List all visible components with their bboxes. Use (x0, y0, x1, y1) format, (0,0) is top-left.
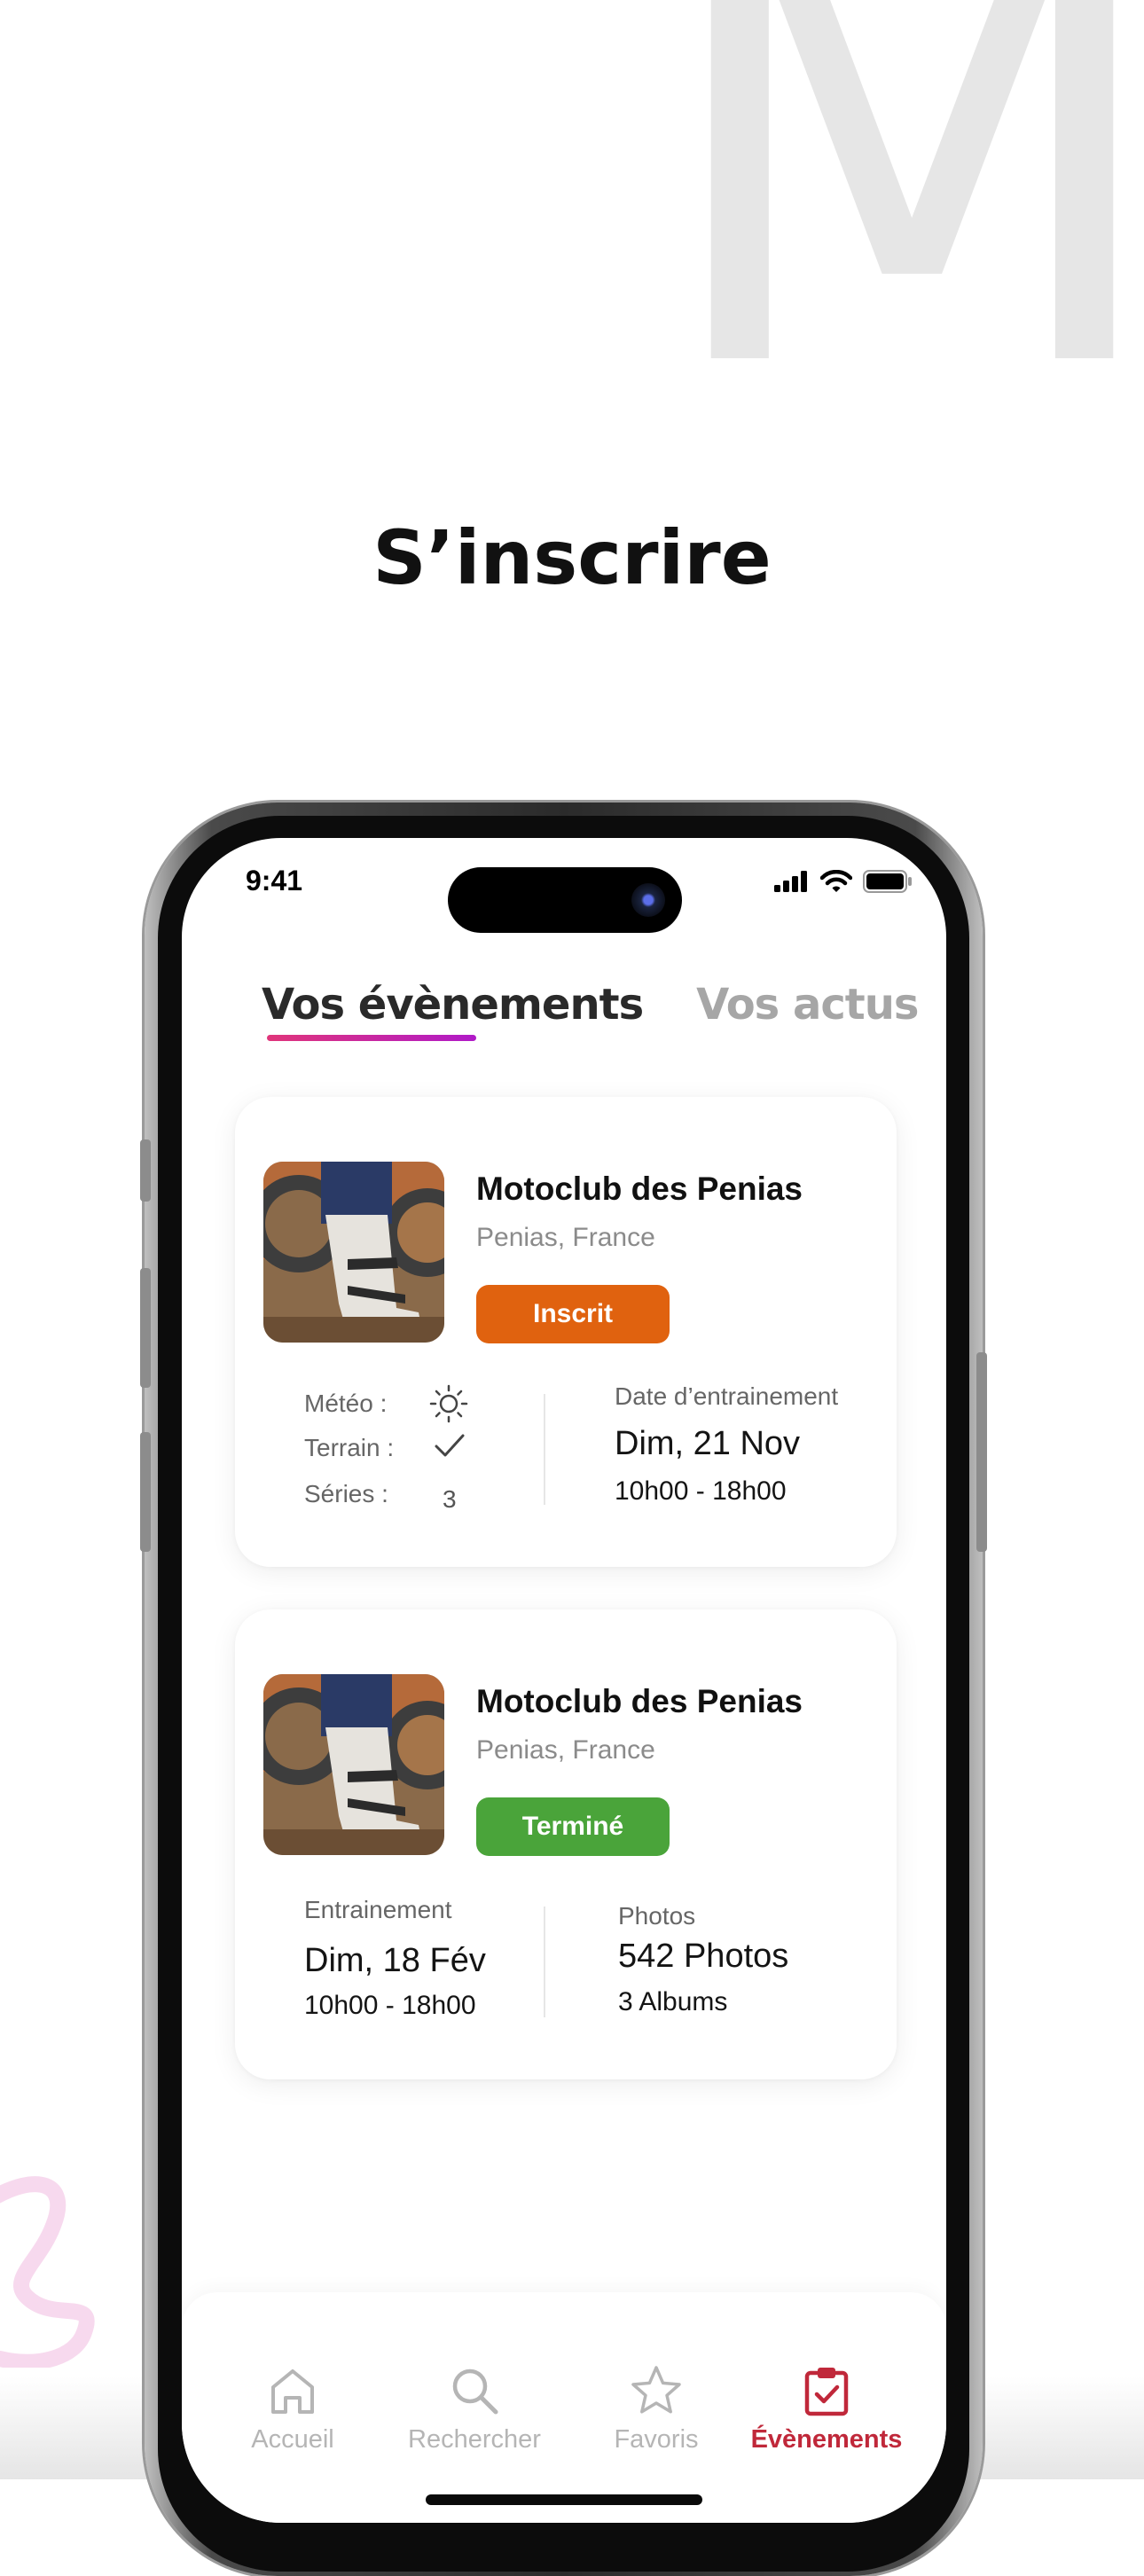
phone-volume-down-button (140, 1432, 151, 1552)
phone-screen: 9:41 Vos évènements Vos actus Motoclub d… (182, 838, 946, 2523)
event-title: Motoclub des Penias (476, 1683, 803, 1719)
event-title: Motoclub des Penias (476, 1171, 803, 1207)
battery-icon (863, 870, 912, 893)
card-divider (544, 1907, 545, 2017)
training-hours: 10h00 - 18h00 (615, 1476, 787, 1506)
card-divider (544, 1394, 545, 1505)
series-label: Séries : (304, 1480, 388, 1507)
active-tab-indicator (267, 1035, 476, 1041)
tab-vos-evenements[interactable]: Vos évènements (262, 980, 644, 1030)
dynamic-island (448, 867, 682, 933)
series-value: 3 (443, 1485, 457, 1513)
sun-icon (429, 1384, 468, 1423)
training-hours: 10h00 - 18h00 (304, 1991, 476, 2020)
nav-evenements[interactable]: Évènements (738, 2360, 915, 2455)
albums-count: 3 Albums (618, 1987, 728, 2016)
training-date: Dim, 18 Fév (304, 1942, 486, 1979)
status-time: 9:41 (246, 865, 303, 897)
event-location: Penias, France (476, 1223, 655, 1252)
tabs: Vos évènements Vos actus (262, 980, 919, 1030)
nav-rechercher[interactable]: Rechercher (386, 2360, 563, 2455)
background-watermark-letter: M (652, 0, 1144, 501)
training-label: Entrainement (304, 1896, 452, 1923)
home-icon (271, 2369, 314, 2414)
event-card[interactable]: Motoclub des Penias Penias, France Termi… (235, 1609, 897, 2079)
photos-count: 542 Photos (618, 1938, 789, 1975)
meteo-label: Météo : (304, 1390, 388, 1417)
wifi-icon (820, 870, 852, 892)
status-badge-termine[interactable]: Terminé (476, 1797, 670, 1856)
calendar-check-icon (804, 2368, 849, 2416)
home-indicator[interactable] (426, 2494, 702, 2505)
camera-icon (631, 883, 665, 917)
phone-power-button (976, 1352, 987, 1552)
event-location: Penias, France (476, 1735, 655, 1765)
page-heading: S’inscrire (372, 514, 772, 601)
event-thumbnail (263, 1674, 444, 1855)
date-label: Date d’entrainement (615, 1382, 839, 1410)
event-thumbnail (263, 1162, 444, 1343)
phone-volume-up-button (140, 1268, 151, 1388)
bottom-navigation: Accueil Rechercher Favoris Évènements (182, 2292, 946, 2523)
event-card[interactable]: Motoclub des Penias Penias, France Inscr… (235, 1097, 897, 1567)
terrain-label: Terrain : (304, 1434, 395, 1461)
star-icon (631, 2366, 681, 2414)
check-icon (435, 1434, 465, 1457)
training-date: Dim, 21 Nov (615, 1425, 801, 1462)
nav-favoris[interactable]: Favoris (568, 2360, 745, 2455)
status-badge-inscrit[interactable]: Inscrit (476, 1285, 670, 1343)
photos-label: Photos (618, 1902, 696, 1930)
tab-vos-actus[interactable]: Vos actus (696, 980, 919, 1030)
decorative-squiggle (0, 2176, 95, 2368)
phone-action-button (140, 1139, 151, 1202)
status-icons (774, 870, 913, 893)
signal-icon (774, 871, 807, 892)
nav-accueil[interactable]: Accueil (204, 2360, 381, 2455)
search-icon (452, 2369, 498, 2415)
